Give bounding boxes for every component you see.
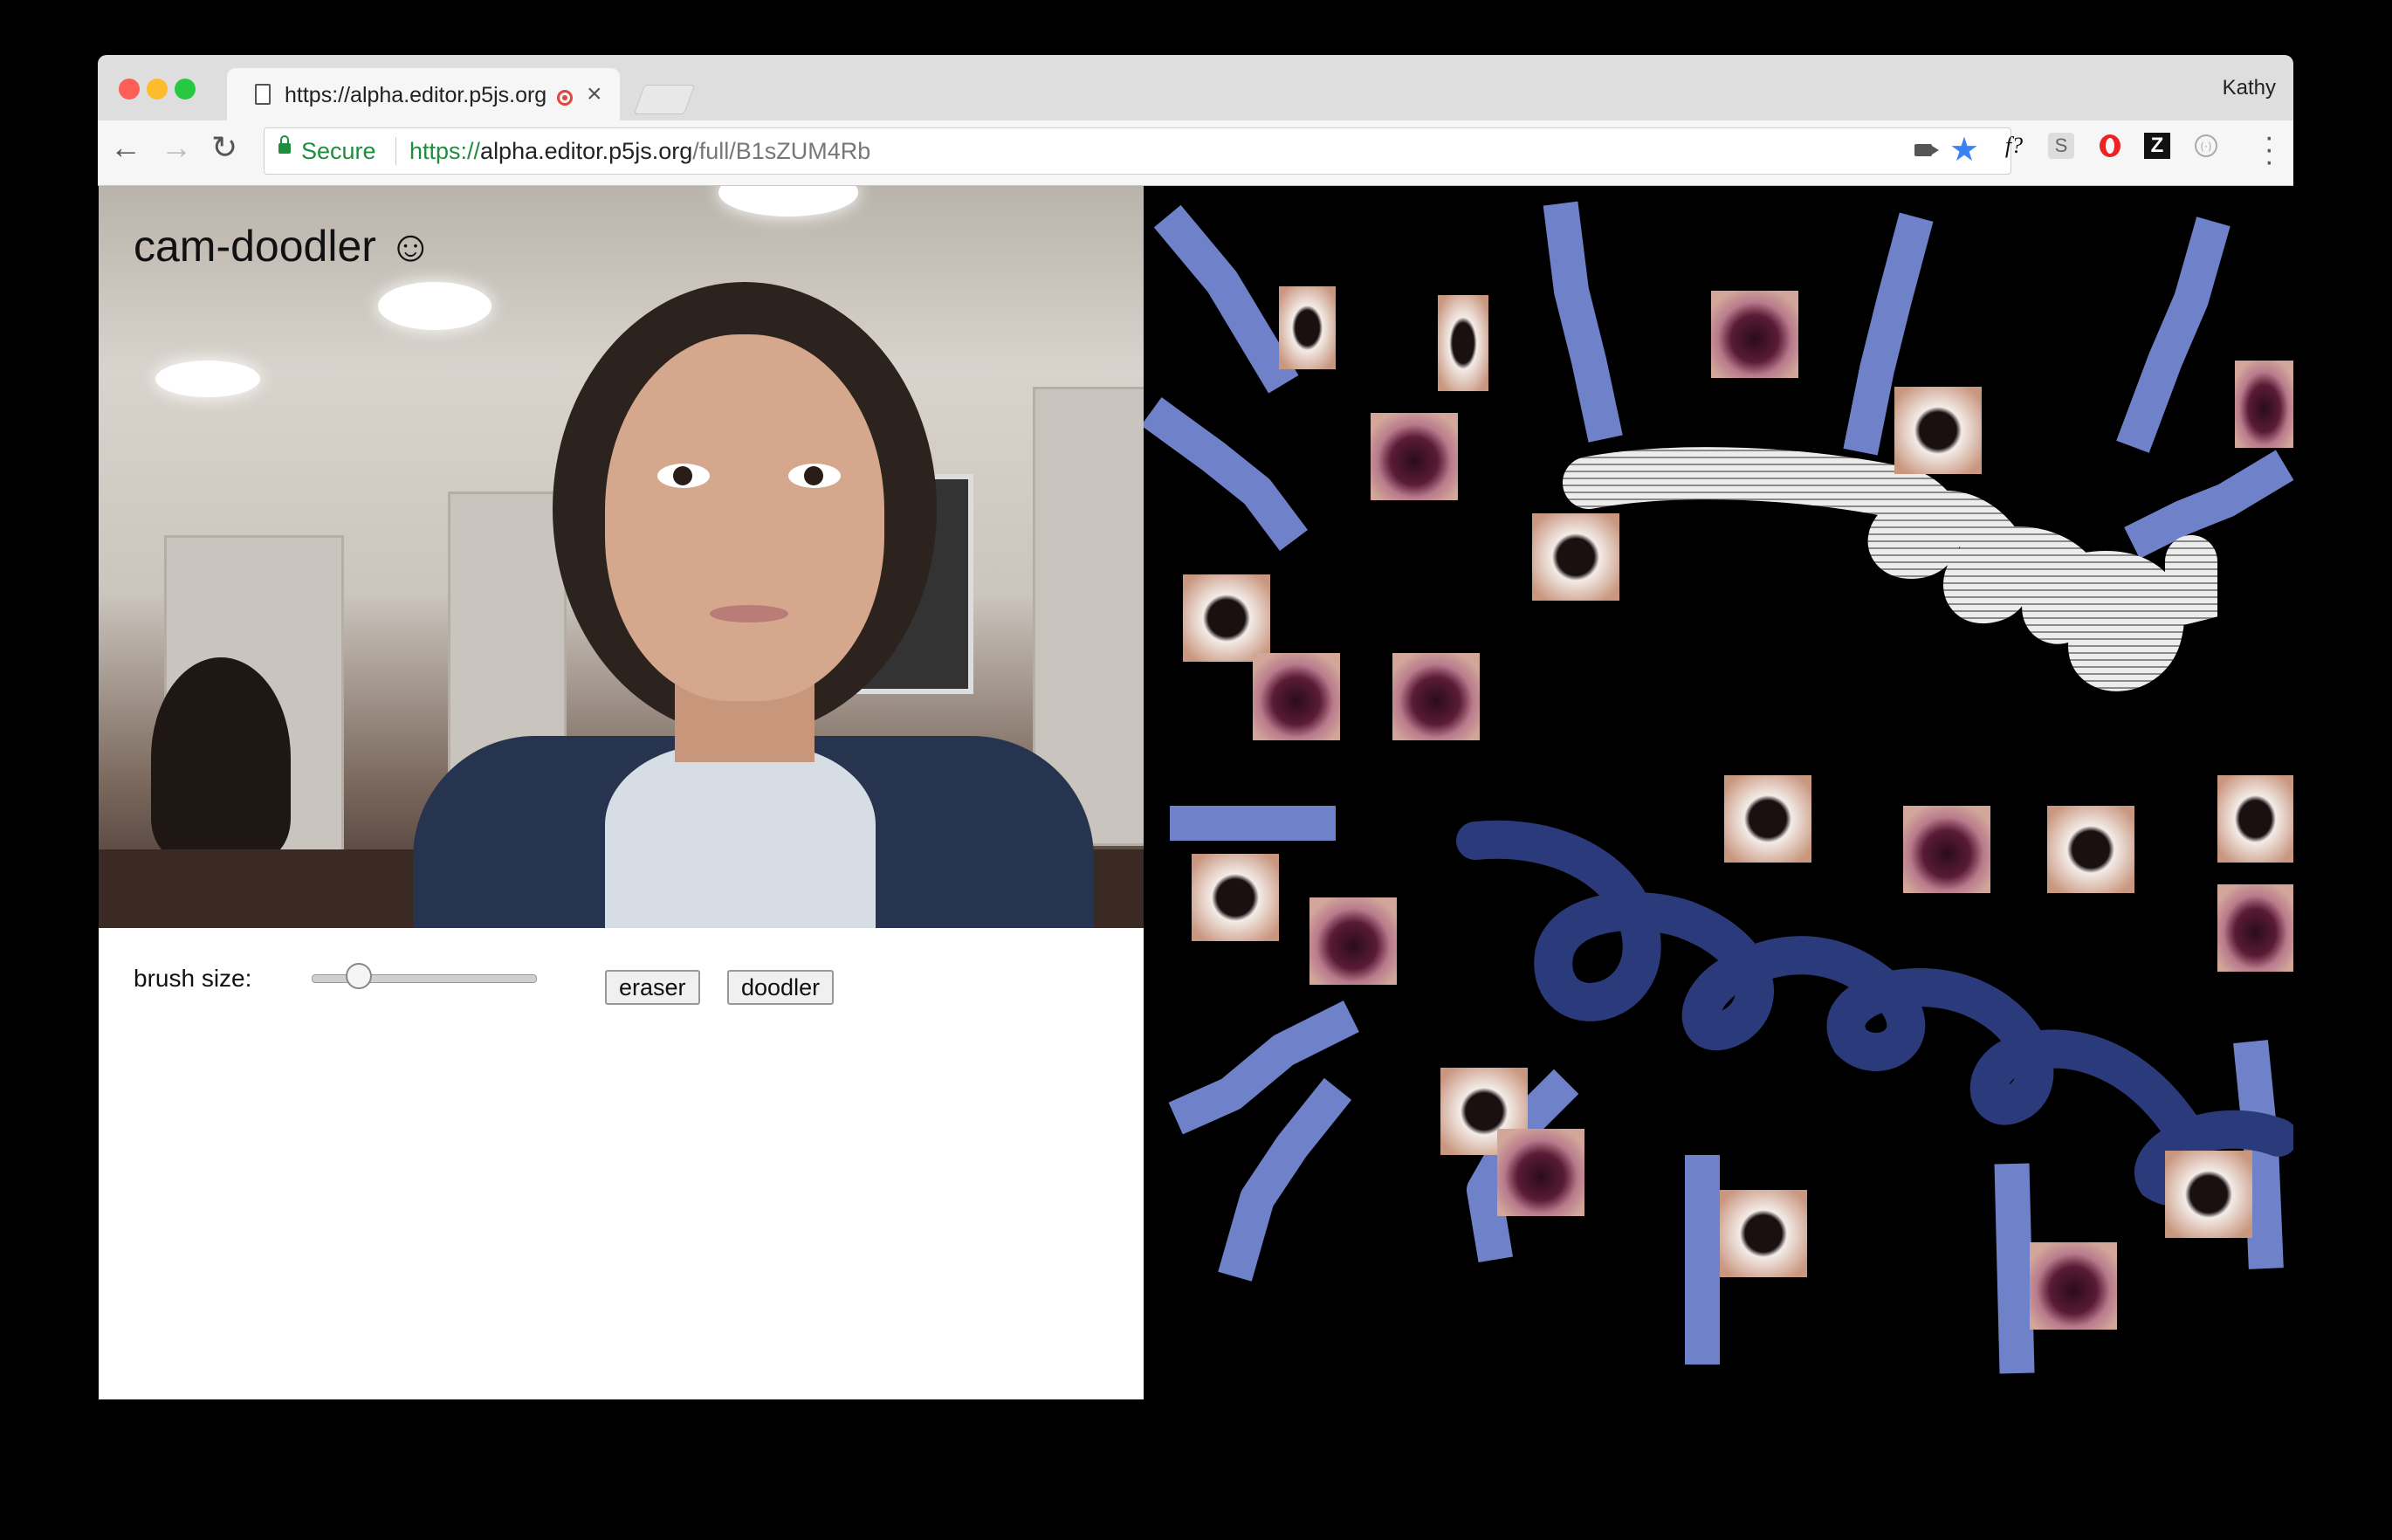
brush-size-label: brush size: xyxy=(134,965,252,992)
url-host: alpha.editor.p5js.org xyxy=(480,138,693,164)
page-content: cam-doodler ☺ brush size: eraser doodler xyxy=(98,186,2293,1399)
close-tab-icon[interactable]: × xyxy=(587,79,602,109)
close-window-button[interactable] xyxy=(119,79,140,100)
recording-icon xyxy=(557,90,573,106)
mouth-patch xyxy=(1253,653,1340,740)
menu-icon[interactable]: · · · xyxy=(2265,122,2274,176)
eye-patch xyxy=(1279,286,1336,369)
reload-icon[interactable]: ↻ xyxy=(211,129,237,166)
ceiling-light xyxy=(155,361,260,397)
bookmark-star-icon[interactable]: ★ xyxy=(1949,130,1979,169)
profile-name[interactable]: Kathy xyxy=(2223,76,2276,100)
dark-blue-swirl xyxy=(1456,820,2293,1207)
person-eye xyxy=(657,464,710,488)
eye-patch xyxy=(1192,854,1279,941)
eye-patch xyxy=(1720,1190,1807,1277)
eye-patch xyxy=(2165,1151,2252,1238)
doodler-button[interactable]: doodler xyxy=(727,970,835,1005)
browser-tab[interactable]: https://alpha.editor.p5js.org × xyxy=(227,68,620,120)
mouth-patch xyxy=(1711,291,1798,378)
mouth-patch xyxy=(1903,806,1990,893)
url-scheme: https:// xyxy=(409,138,481,164)
person-mouth xyxy=(710,605,788,622)
title-bar: https://alpha.editor.p5js.org × Kathy xyxy=(98,55,2293,120)
mouth-patch xyxy=(2030,1242,2117,1330)
webcam-video: cam-doodler ☺ xyxy=(99,186,1144,928)
opera-icon[interactable] xyxy=(2097,133,2123,159)
s-extension-icon[interactable]: S xyxy=(2048,133,2074,159)
brush-size-slider[interactable] xyxy=(312,963,537,989)
address-bar[interactable]: Secure https://alpha.editor.p5js.org/ful… xyxy=(264,127,2011,175)
doodle-canvas[interactable] xyxy=(1141,186,2293,1399)
pocket-icon[interactable]: (·) xyxy=(2193,133,2219,159)
lock-icon xyxy=(278,135,291,154)
mouth-patch xyxy=(1371,413,1458,500)
eye-patch xyxy=(1183,574,1270,662)
eye-patch xyxy=(1724,775,1811,863)
eraser-button[interactable]: eraser xyxy=(605,970,700,1005)
camera-icon[interactable] xyxy=(1914,144,1932,156)
doodle-drawing xyxy=(1141,201,2293,1374)
minimize-window-button[interactable] xyxy=(147,79,168,100)
new-tab-button[interactable] xyxy=(633,85,696,114)
mouth-patch xyxy=(1392,653,1480,740)
eye-patch xyxy=(2047,806,2134,893)
browser-window: https://alpha.editor.p5js.org × Kathy ← … xyxy=(98,55,2293,1399)
back-arrow-icon[interactable]: ← xyxy=(110,129,141,166)
app-title: cam-doodler ☺ xyxy=(134,222,433,271)
mouth-patch xyxy=(1309,897,1397,985)
forward-arrow-icon[interactable]: → xyxy=(161,129,192,166)
person-eye xyxy=(788,464,841,488)
white-swirl xyxy=(1563,447,2217,691)
browser-toolbar: ← → ↻ Secure https://alpha.editor.p5js.o… xyxy=(98,120,2293,186)
svg-text:(·): (·) xyxy=(2200,141,2211,153)
url-path: /full/B1sZUM4Rb xyxy=(692,138,871,164)
light-blue-strokes xyxy=(1141,201,2293,1374)
ceiling-light xyxy=(718,186,858,217)
ceiling-light xyxy=(378,282,491,330)
eye-patch xyxy=(1438,295,1488,391)
eye-patch xyxy=(1894,387,1982,474)
person-face xyxy=(605,334,884,701)
divider xyxy=(395,137,396,165)
background-person xyxy=(151,657,291,858)
zoom-window-button[interactable] xyxy=(175,79,196,100)
slider-thumb[interactable] xyxy=(346,963,373,989)
tab-title: https://alpha.editor.p5js.org xyxy=(285,83,546,107)
mouth-patch xyxy=(1497,1129,1584,1216)
eye-patch xyxy=(1532,513,1619,601)
page-icon xyxy=(255,84,271,105)
controls-panel: brush size: eraser doodler xyxy=(99,928,1144,1399)
fquery-extension-icon[interactable]: f? xyxy=(2001,133,2027,159)
z-extension-icon[interactable]: Z xyxy=(2144,133,2170,159)
mouth-patch xyxy=(2217,884,2293,972)
left-panel: cam-doodler ☺ brush size: eraser doodler xyxy=(99,186,1144,1399)
person-sweater xyxy=(605,745,876,928)
security-label: Secure xyxy=(301,138,376,164)
url-text[interactable]: https://alpha.editor.p5js.org/full/B1sZU… xyxy=(409,138,870,165)
eye-patch xyxy=(2217,775,2293,863)
mouth-patch xyxy=(2235,361,2293,448)
